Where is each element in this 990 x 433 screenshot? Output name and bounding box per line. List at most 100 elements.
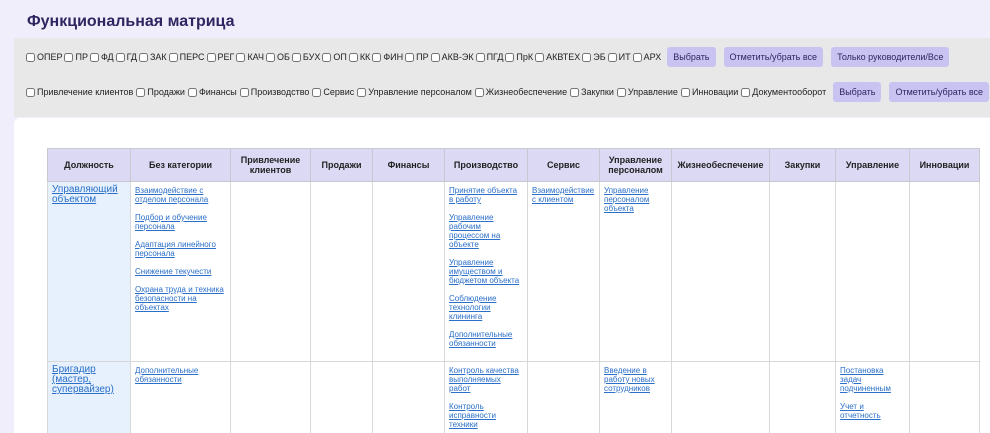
checkbox-input[interactable] — [535, 52, 545, 62]
checkbox-input[interactable] — [115, 52, 125, 62]
function-link[interactable]: Взаимодействие с отделом персонала — [135, 186, 226, 204]
category-checkbox[interactable]: Управление — [616, 87, 678, 97]
function-link[interactable]: Управление имуществом и бюджетом объекта — [449, 258, 523, 285]
dept-checkbox[interactable]: ОПЕР — [26, 52, 62, 62]
dept-checkbox[interactable]: ОБ — [265, 52, 290, 62]
dept-checkbox[interactable]: АКВТЕХ — [535, 52, 580, 62]
category-checkbox[interactable]: Производство — [239, 87, 309, 97]
checkbox-input[interactable] — [741, 87, 751, 97]
function-link[interactable]: Подбор и обучение персонала — [135, 213, 226, 231]
dept-checkbox[interactable]: ПР — [405, 52, 429, 62]
checkbox-input[interactable] — [505, 52, 515, 62]
checkbox-input[interactable] — [187, 87, 197, 97]
checkbox-input[interactable] — [632, 52, 642, 62]
dept-checkbox[interactable]: ПГД — [475, 52, 503, 62]
column-header: Жизнеобеспечение — [671, 148, 770, 182]
category-checkbox[interactable]: Инновации — [680, 87, 738, 97]
checkbox-input[interactable] — [168, 52, 178, 62]
checkbox-input[interactable] — [89, 52, 99, 62]
category-checkbox[interactable]: Документооборот — [741, 87, 826, 97]
checkbox-input[interactable] — [616, 87, 626, 97]
column-header: Финансы — [372, 148, 445, 182]
checkbox-input[interactable] — [136, 87, 146, 97]
function-link[interactable]: Дополнительные обязанности — [449, 330, 523, 348]
function-link[interactable]: Контроль исправности техники — [449, 402, 523, 429]
category-checkbox[interactable]: Закупки — [570, 87, 614, 97]
category-checkbox[interactable]: Привлечение клиентов — [26, 87, 133, 97]
category-toggle-all-button[interactable]: Отметить/убрать все — [889, 82, 990, 102]
function-link[interactable]: Введение в работу новых сотрудников — [604, 366, 667, 393]
dept-checkbox[interactable]: РЕГ — [206, 52, 234, 62]
checkbox-input[interactable] — [26, 87, 35, 97]
checkbox-label: ОБ — [276, 52, 290, 62]
function-link[interactable]: Дополнительные обязанности — [135, 366, 226, 384]
checkbox-input[interactable] — [474, 87, 484, 97]
function-link[interactable]: Учет и отчетность — [840, 402, 905, 420]
checkbox-input[interactable] — [348, 52, 358, 62]
dept-checkbox[interactable]: ГД — [115, 52, 137, 62]
position-link[interactable]: Управляющий объектом — [52, 184, 118, 205]
checkbox-input[interactable] — [430, 52, 440, 62]
function-link[interactable]: Управление рабочим процессом на объекте — [449, 213, 523, 249]
category-checkbox[interactable]: Управление персоналом — [357, 87, 472, 97]
dept-checkbox[interactable]: КАЧ — [236, 52, 264, 62]
dept-checkbox[interactable]: БУХ — [291, 52, 321, 62]
position-link[interactable]: Бригадир (мастер, супервайзер) — [52, 364, 114, 395]
table-row: Бригадир (мастер, супервайзер) Дополнител… — [47, 361, 980, 433]
page-title: Функциональная матрица — [27, 13, 235, 30]
dept-checkbox[interactable]: ИТ — [607, 52, 631, 62]
function-link[interactable]: Снижение текучести — [135, 267, 226, 276]
checkbox-input[interactable] — [265, 52, 275, 62]
toggle-all-button[interactable]: Отметить/убрать все — [723, 47, 824, 67]
dept-checkbox[interactable]: ПрК — [505, 52, 533, 62]
checkbox-label: БУХ — [302, 52, 321, 62]
checkbox-input[interactable] — [138, 52, 148, 62]
category-checkbox[interactable]: Финансы — [187, 87, 237, 97]
checkbox-input[interactable] — [372, 52, 382, 62]
checkbox-input[interactable] — [236, 52, 246, 62]
function-link[interactable]: Контроль качества выполняемых работ — [449, 366, 523, 393]
dept-checkbox[interactable]: АРХ — [632, 52, 661, 62]
checkbox-input[interactable] — [239, 87, 249, 97]
checkbox-input[interactable] — [291, 52, 301, 62]
checkbox-input[interactable] — [475, 52, 485, 62]
checkbox-input[interactable] — [680, 87, 690, 97]
checkbox-label: ПР — [416, 52, 429, 62]
function-link[interactable]: Адаптация линейного персонала — [135, 240, 226, 258]
category-select-button[interactable]: Выбрать — [833, 82, 882, 102]
checkbox-input[interactable] — [64, 52, 74, 62]
dept-checkbox[interactable]: ФД — [89, 52, 114, 62]
function-link[interactable]: Взаимодействие с клиентом — [532, 186, 595, 204]
checkbox-input[interactable] — [357, 87, 367, 97]
checkbox-input[interactable] — [312, 87, 322, 97]
checkbox-input[interactable] — [26, 52, 35, 62]
checkbox-input[interactable] — [405, 52, 415, 62]
function-cell — [230, 361, 311, 433]
function-link[interactable]: Принятие объекта в работу — [449, 186, 523, 204]
function-link[interactable]: Управление персоналом объекта — [604, 186, 667, 213]
checkbox-input[interactable] — [322, 52, 332, 62]
dept-checkbox[interactable]: ЭБ — [582, 52, 606, 62]
category-checkbox[interactable]: Сервис — [312, 87, 354, 97]
checkbox-label: КАЧ — [247, 52, 264, 62]
function-link[interactable]: Постановка задач подчиненным — [840, 366, 905, 393]
category-checkbox[interactable]: Продажи — [136, 87, 185, 97]
dept-checkbox[interactable]: ЗАК — [138, 52, 167, 62]
dept-checkbox[interactable]: ОП — [322, 52, 347, 62]
checkbox-input[interactable] — [570, 87, 580, 97]
dept-checkbox[interactable]: КК — [348, 52, 370, 62]
function-cell — [372, 361, 445, 433]
dept-checkbox[interactable]: ФИН — [372, 52, 403, 62]
leaders-only-button[interactable]: Только руководители/Все — [831, 47, 950, 67]
function-link[interactable]: Соблюдение технологии клининга — [449, 294, 523, 321]
dept-checkbox[interactable]: ПР — [64, 52, 88, 62]
dept-checkbox[interactable]: ПЕРС — [168, 52, 205, 62]
checkbox-input[interactable] — [206, 52, 216, 62]
checkbox-input[interactable] — [582, 52, 592, 62]
function-link[interactable]: Охрана труда и техника безопасности на о… — [135, 285, 226, 312]
category-checkbox[interactable]: Жизнеобеспечение — [474, 87, 567, 97]
column-header: Продажи — [310, 148, 373, 182]
checkbox-input[interactable] — [607, 52, 617, 62]
dept-checkbox[interactable]: АКВ-ЭК — [430, 52, 474, 62]
select-button[interactable]: Выбрать — [667, 47, 716, 67]
